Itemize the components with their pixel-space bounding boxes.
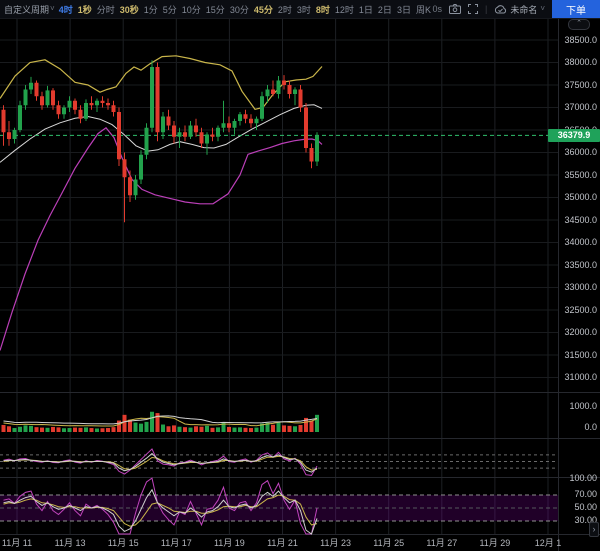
period-button-18[interactable]: 周K [416,3,431,16]
oscillator-tick-label: 50.00 [574,503,597,512]
period-button-15[interactable]: 1日 [359,3,373,16]
collapse-axis-button[interactable]: ⌃ [568,19,590,30]
time-tick-label: 11月 15 [108,539,139,548]
toolbar-divider: | [485,4,487,14]
order-button[interactable]: 下单 [552,0,600,18]
price-tick-label: 33500.0 [564,261,597,270]
period-button-2[interactable]: 1秒 [78,3,92,16]
period-button-7[interactable]: 10分 [182,3,201,16]
chevron-down-icon: ˅ [540,5,545,13]
bar-countdown: 0s [432,4,442,14]
period-button-13[interactable]: 8时 [316,3,330,16]
toolbar-right-group: 0s | 未命名 ˅ [432,0,600,18]
layout-menu[interactable]: 未命名 ˅ [494,3,545,16]
trading-chart-app: 自定义周期 ˅ 4时 1秒分时 30秒 1分 5分 10分 15分 30分 45分 2时 3时 8时 1… [0,0,600,551]
time-tick-label: 11月 17 [161,539,192,548]
period-button-1[interactable]: 4时 [59,3,73,16]
period-list: 4时 1秒分时 30秒 1分 5分 10分 15分 30分 45分 2时 3时 8时 12时 1日 2日 3日… [59,3,431,16]
price-tick-label: 32500.0 [564,306,597,315]
period-button-8[interactable]: 15分 [206,3,225,16]
price-tick-label: 34500.0 [564,216,597,225]
price-tick-label: 38500.0 [564,36,597,45]
time-tick-label: 11月 11 [2,539,32,548]
period-button-11[interactable]: 2时 [278,3,292,16]
time-tick-label: 12月 1 [535,539,562,548]
period-button-3[interactable]: 分时 [97,3,115,16]
price-tick-label: 33000.0 [564,283,597,292]
fullscreen-icon [468,4,478,14]
price-tick-label: 35000.0 [564,193,597,202]
screenshot-button[interactable] [449,4,461,14]
current-price-tag: 36379.9 [548,129,600,142]
time-tick-label: 11月 23 [320,539,351,548]
price-tick-label: 37500.0 [564,81,597,90]
period-button-12[interactable]: 3时 [297,3,311,16]
time-tick-label: 11月 19 [214,539,245,548]
time-tick-label: 11月 27 [426,539,457,548]
chart-canvas[interactable] [0,0,600,551]
price-tick-label: 35500.0 [564,171,597,180]
period-button-16[interactable]: 2日 [378,3,392,16]
chart-toolbar: 自定义周期 ˅ 4时 1秒分时 30秒 1分 5分 10分 15分 30分 45分 2时 3时 8时 1… [0,0,600,19]
period-button-10[interactable]: 45分 [254,3,273,16]
period-toolbar: 自定义周期 ˅ 4时 1秒分时 30秒 1分 5分 10分 15分 30分 45分 2时 3时 8时 1… [0,3,431,16]
custom-period-dropdown[interactable]: 自定义周期 ˅ [4,3,55,16]
oscillator-tick-label: 100.00 [569,474,597,483]
price-tick-label: 37000.0 [564,103,597,112]
custom-period-label: 自定义周期 [4,3,49,16]
oscillator-tick-label: 70.00 [574,490,597,499]
time-tick-label: 11月 13 [55,539,86,548]
axis-expand-button[interactable]: › [589,522,599,537]
price-tick-label: 32000.0 [564,328,597,337]
layout-name: 未命名 [510,3,537,16]
volume-tick-label: 0.0 [584,423,597,432]
camera-icon [449,4,461,14]
period-button-5[interactable]: 1分 [144,3,158,16]
period-button-6[interactable]: 5分 [163,3,177,16]
volume-tick-label: 1000.0 [569,402,597,411]
period-button-14[interactable]: 12时 [335,3,354,16]
price-tick-label: 34000.0 [564,238,597,247]
cloud-icon [494,5,507,14]
chevron-down-icon: ˅ [50,5,55,13]
time-tick-label: 11月 21 [267,539,298,548]
price-tick-label: 38000.0 [564,58,597,67]
fullscreen-button[interactable] [468,4,478,14]
period-button-9[interactable]: 30分 [230,3,249,16]
period-button-4[interactable]: 30秒 [120,3,139,16]
price-tick-label: 31500.0 [564,351,597,360]
period-button-17[interactable]: 3日 [397,3,411,16]
price-tick-label: 36000.0 [564,148,597,157]
price-tick-label: 31000.0 [564,373,597,382]
time-tick-label: 11月 29 [479,539,510,548]
time-tick-label: 11月 25 [373,539,404,548]
